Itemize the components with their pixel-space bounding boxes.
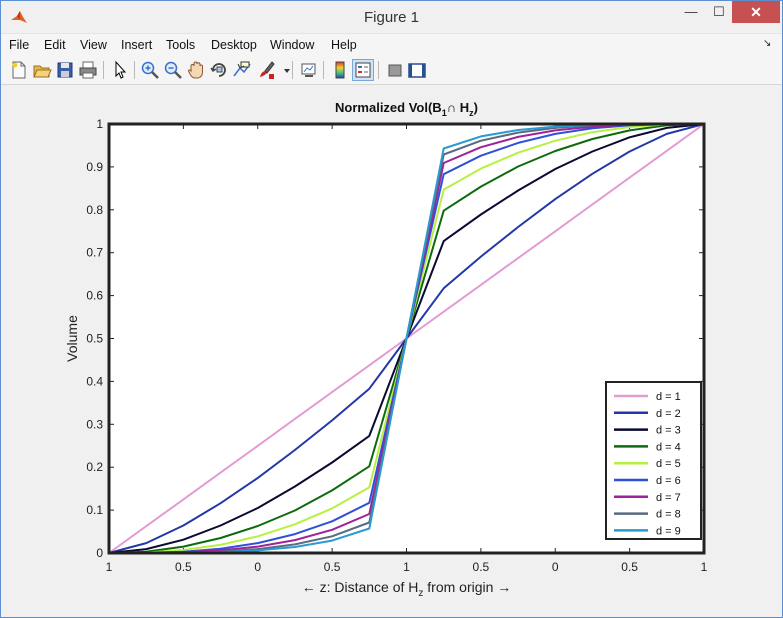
y-tick-label: 0	[96, 546, 103, 560]
y-tick-label: 0.1	[86, 503, 103, 517]
menu-help[interactable]: Help	[331, 38, 357, 52]
x-tick-label: 0.5	[324, 560, 341, 574]
x-axis-label: ← z: Distance of Hz from origin →	[302, 579, 512, 599]
figure-toolbar	[1, 56, 782, 85]
legend-label: d = 7	[656, 492, 681, 504]
chart-title-part: )	[474, 100, 478, 115]
legend-label: d = 5	[656, 458, 681, 470]
minimize-button[interactable]: —	[677, 1, 705, 23]
y-tick-label: 0.5	[86, 332, 103, 346]
colorbar-icon[interactable]	[330, 60, 350, 80]
hide-plot-tools-icon[interactable]	[385, 60, 405, 80]
save-icon[interactable]	[55, 60, 75, 80]
x-tick-label: 0.5	[175, 560, 192, 574]
y-axis-label: Volume	[64, 315, 80, 362]
legend-label: d = 9	[656, 525, 681, 537]
data-cursor-icon[interactable]	[232, 60, 252, 80]
menu-file[interactable]: File	[9, 38, 29, 52]
line-chart[interactable]: 0 0.1 0.2 0.3 0.4 0.5 0.6 0.7 0.8 0.9 1 1 0.5 0 0.5 1 0.…	[9, 86, 776, 611]
y-tick-label: 0.7	[86, 246, 103, 260]
link-plot-icon[interactable]	[299, 60, 319, 80]
x-axis-label-part: from origin →	[423, 579, 511, 595]
close-button[interactable]: ✕	[732, 1, 780, 23]
toolbar-separator	[134, 61, 135, 79]
brush-icon[interactable]	[256, 60, 276, 80]
y-tick-label: 0.9	[86, 160, 103, 174]
y-tick-label: 0.4	[86, 374, 103, 388]
chart-title: Normalized Vol(B1∩ Hz)	[335, 100, 478, 118]
window-title: Figure 1	[363, 9, 420, 26]
y-tick-label: 0.6	[86, 289, 103, 303]
menu-view[interactable]: View	[80, 38, 107, 52]
zoom-out-icon[interactable]	[163, 60, 183, 80]
legend-label: d = 1	[656, 391, 681, 403]
rotate-3d-icon[interactable]	[209, 60, 229, 80]
x-tick-label: 0.5	[621, 560, 638, 574]
figure-window: Figure 1 — ☐ ✕ File Edit View Insert Too…	[0, 0, 783, 618]
legend-label: d = 6	[656, 475, 681, 487]
zoom-in-icon[interactable]	[140, 60, 160, 80]
y-tick-label: 0.2	[86, 460, 103, 474]
chart-title-part: ∩ H	[447, 100, 469, 115]
x-tick-label: 1	[701, 560, 708, 574]
y-tick-label: 1	[96, 117, 103, 131]
maximize-button[interactable]: ☐	[705, 1, 733, 23]
open-file-icon[interactable]	[32, 60, 52, 80]
figure-canvas: 0 0.1 0.2 0.3 0.4 0.5 0.6 0.7 0.8 0.9 1 1 0.5 0 0.5 1 0.…	[9, 86, 776, 611]
x-tick-label: 0	[552, 560, 559, 574]
menu-insert[interactable]: Insert	[121, 38, 152, 52]
y-tick-label: 0.8	[86, 203, 103, 217]
menu-bar: File Edit View Insert Tools Desktop Wind…	[1, 33, 782, 56]
menu-desktop[interactable]: Desktop	[211, 38, 257, 52]
chart-title-part: Normalized Vol(B	[335, 100, 442, 115]
pointer-icon[interactable]	[110, 60, 130, 80]
y-tick-label: 0.3	[86, 417, 103, 431]
x-tick-label: 0	[254, 560, 261, 574]
x-tick-label: 1	[106, 560, 113, 574]
toolbar-separator	[292, 61, 293, 79]
legend-icon[interactable]	[352, 59, 374, 81]
show-plot-tools-icon[interactable]	[407, 60, 427, 80]
title-bar[interactable]: Figure 1 — ☐ ✕	[1, 1, 782, 33]
toolbar-separator	[103, 61, 104, 79]
toolbar-separator	[378, 61, 379, 79]
print-icon[interactable]	[78, 60, 98, 80]
pan-icon[interactable]	[186, 60, 206, 80]
toolbar-separator	[323, 61, 324, 79]
menu-edit[interactable]: Edit	[44, 38, 66, 52]
menu-tools[interactable]: Tools	[166, 38, 195, 52]
menu-window[interactable]: Window	[270, 38, 314, 52]
legend-label: d = 8	[656, 509, 681, 521]
menu-overflow-icon[interactable]: ↘	[763, 38, 771, 49]
new-figure-icon[interactable]	[9, 60, 29, 80]
brush-dropdown-icon[interactable]	[277, 60, 290, 80]
x-tick-label: 1	[403, 560, 410, 574]
x-tick-label: 0.5	[473, 560, 490, 574]
legend-label: d = 4	[656, 441, 681, 453]
legend-label: d = 2	[656, 408, 681, 420]
legend-box[interactable]	[605, 381, 702, 540]
legend-label: d = 3	[656, 425, 681, 437]
x-axis-label-part: ← z: Distance of H	[302, 579, 419, 595]
